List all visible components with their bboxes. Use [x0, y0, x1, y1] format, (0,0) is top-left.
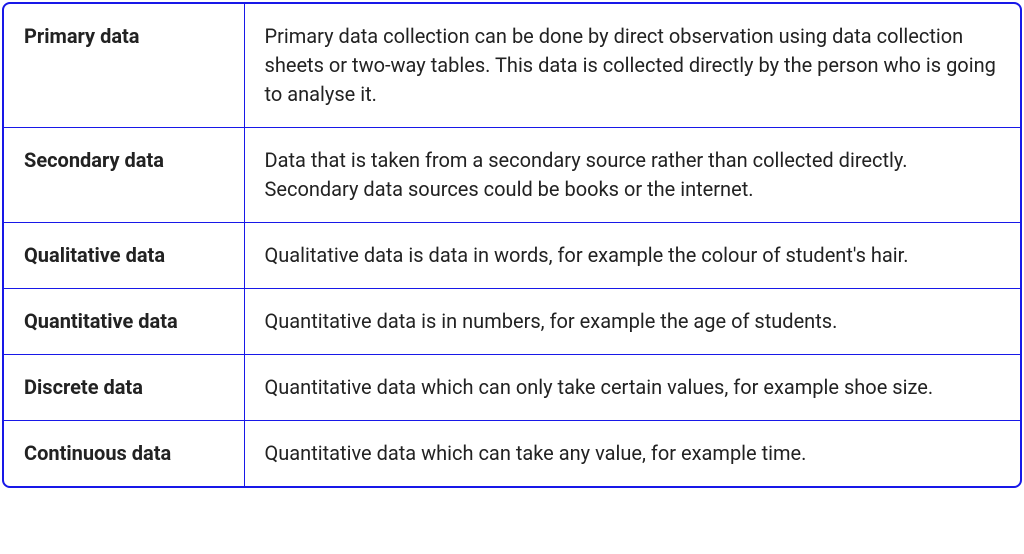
definition-cell: Quantitative data which can take any val…: [244, 421, 1020, 487]
table-row: Qualitative data Qualitative data is dat…: [4, 223, 1020, 289]
term-cell: Quantitative data: [4, 289, 244, 355]
table-row: Quantitative data Quantitative data is i…: [4, 289, 1020, 355]
term-cell: Continuous data: [4, 421, 244, 487]
definitions-table: Primary data Primary data collection can…: [4, 4, 1020, 486]
definition-cell: Quantitative data is in numbers, for exa…: [244, 289, 1020, 355]
term-cell: Discrete data: [4, 355, 244, 421]
definition-cell: Primary data collection can be done by d…: [244, 4, 1020, 128]
table-row: Continuous data Quantitative data which …: [4, 421, 1020, 487]
definitions-table-container: Primary data Primary data collection can…: [2, 2, 1022, 488]
table-row: Discrete data Quantitative data which ca…: [4, 355, 1020, 421]
term-cell: Primary data: [4, 4, 244, 128]
definition-cell: Data that is taken from a secondary sour…: [244, 128, 1020, 223]
table-row: Secondary data Data that is taken from a…: [4, 128, 1020, 223]
term-cell: Secondary data: [4, 128, 244, 223]
term-cell: Qualitative data: [4, 223, 244, 289]
definition-cell: Qualitative data is data in words, for e…: [244, 223, 1020, 289]
definition-cell: Quantitative data which can only take ce…: [244, 355, 1020, 421]
table-row: Primary data Primary data collection can…: [4, 4, 1020, 128]
